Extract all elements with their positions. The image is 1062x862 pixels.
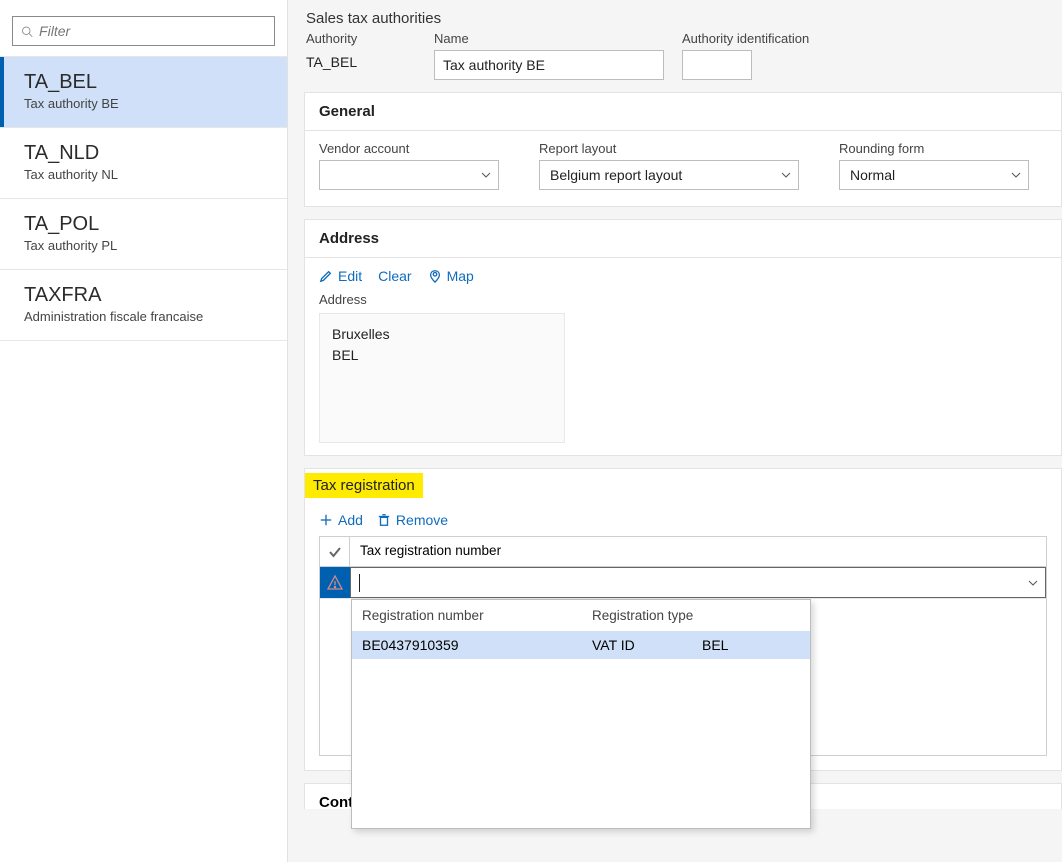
plus-icon <box>319 513 333 527</box>
address-text: Bruxelles BEL <box>319 313 565 443</box>
registration-dropdown[interactable]: Registration number Registration type BE… <box>351 599 811 829</box>
main-content: Sales tax authorities Authority TA_BEL N… <box>288 0 1062 862</box>
add-button[interactable]: Add <box>319 512 363 528</box>
authority-value: TA_BEL <box>306 50 416 70</box>
filter-box[interactable] <box>12 16 275 46</box>
chevron-down-icon <box>780 169 792 181</box>
address-panel: Address Edit Clear Map Address Bruxelles… <box>304 219 1062 456</box>
filter-input[interactable] <box>39 23 266 39</box>
authority-label: Authority <box>306 31 416 46</box>
list-item-code: TA_POL <box>24 213 269 236</box>
warning-triangle-icon <box>326 574 344 592</box>
list-item-code: TAXFRA <box>24 284 269 307</box>
edit-button[interactable]: Edit <box>319 268 362 284</box>
search-icon <box>21 25 33 38</box>
address-header[interactable]: Address <box>305 220 1061 257</box>
tax-registration-panel: Tax registration Add Remove Tax registra… <box>304 468 1062 771</box>
text-cursor <box>359 574 360 592</box>
grid-row[interactable] <box>320 567 1046 599</box>
trash-icon <box>377 513 391 527</box>
report-select[interactable]: Belgium report layout <box>539 160 799 190</box>
list-item-code: TA_NLD <box>24 142 269 165</box>
list-item[interactable]: TAXFRA Administration fiscale francaise <box>0 270 287 341</box>
auth-id-label: Authority identification <box>682 31 809 46</box>
list-item-name: Tax authority BE <box>24 96 269 111</box>
page-title: Sales tax authorities <box>288 0 1062 29</box>
pencil-icon <box>319 269 333 283</box>
dropdown-country: BEL <box>702 637 782 653</box>
chevron-down-icon <box>1010 169 1022 181</box>
list-item-name: Tax authority NL <box>24 167 269 182</box>
grid-col-registration[interactable]: Tax registration number <box>350 537 1046 566</box>
list-item-name: Tax authority PL <box>24 238 269 253</box>
map-pin-icon <box>428 269 442 283</box>
rounding-select[interactable]: Normal <box>839 160 1029 190</box>
clear-button[interactable]: Clear <box>378 268 411 284</box>
authority-list: TA_BEL Tax authority BE TA_NLD Tax autho… <box>0 56 287 862</box>
row-error-marker <box>320 567 350 598</box>
address-label: Address <box>305 292 1061 307</box>
rounding-label: Rounding form <box>839 141 1029 156</box>
list-item[interactable]: TA_NLD Tax authority NL <box>0 128 287 199</box>
list-item[interactable]: TA_BEL Tax authority BE <box>0 57 287 128</box>
grid-select-all[interactable] <box>320 537 350 566</box>
tax-registration-header[interactable]: Tax registration <box>305 473 423 498</box>
header-fields: Authority TA_BEL Name Authority identifi… <box>288 29 1062 92</box>
dropdown-col-registration-type: Registration type <box>592 608 693 623</box>
chevron-down-icon <box>480 169 492 181</box>
dropdown-regtype: VAT ID <box>592 637 702 653</box>
dropdown-col-registration-number: Registration number <box>362 608 592 623</box>
registration-number-input[interactable] <box>350 567 1046 598</box>
name-input[interactable] <box>434 50 664 80</box>
remove-button[interactable]: Remove <box>377 512 448 528</box>
name-label: Name <box>434 31 664 46</box>
dropdown-row[interactable]: BE0437910359 VAT ID BEL <box>352 631 810 659</box>
check-icon <box>328 545 342 559</box>
list-item-code: TA_BEL <box>24 71 269 94</box>
rounding-value: Normal <box>850 167 895 183</box>
list-item-name: Administration fiscale francaise <box>24 309 269 324</box>
general-panel: General Vendor account Report layout <box>304 92 1062 207</box>
tax-registration-grid: Tax registration number Registration num… <box>319 536 1047 756</box>
auth-id-input[interactable] <box>682 50 752 80</box>
list-item[interactable]: TA_POL Tax authority PL <box>0 199 287 270</box>
vendor-select[interactable] <box>319 160 499 190</box>
dropdown-regnum: BE0437910359 <box>362 637 592 653</box>
chevron-down-icon <box>1027 577 1039 589</box>
vendor-label: Vendor account <box>319 141 499 156</box>
report-label: Report layout <box>539 141 799 156</box>
general-header[interactable]: General <box>305 93 1061 130</box>
map-button[interactable]: Map <box>428 268 474 284</box>
sidebar: TA_BEL Tax authority BE TA_NLD Tax autho… <box>0 0 288 862</box>
report-value: Belgium report layout <box>550 167 682 183</box>
